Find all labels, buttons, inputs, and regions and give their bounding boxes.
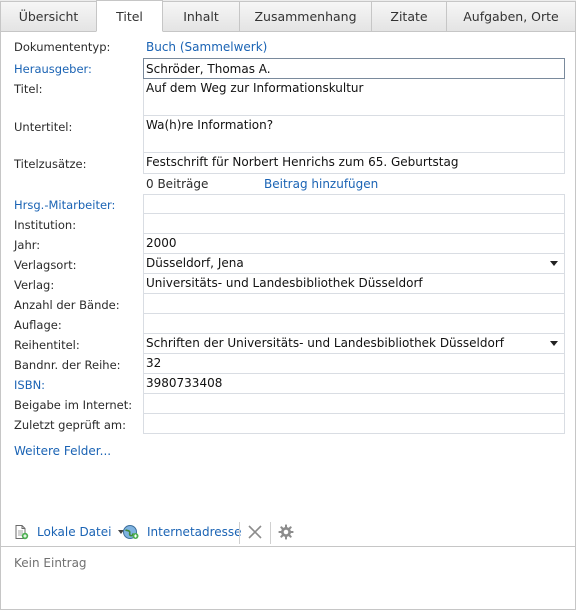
titel-value: Auf dem Weg zur Informationskultur (146, 81, 364, 95)
verlagsort-label: Verlagsort: (14, 258, 77, 272)
settings-button[interactable] (278, 518, 294, 546)
local-file-label: Lokale Datei (37, 525, 112, 539)
institution-field[interactable] (143, 214, 565, 234)
tab-aufgaben-orte[interactable]: Aufgaben, Orte (446, 1, 576, 32)
jahr-label: Jahr: (14, 238, 41, 252)
tab-uebersicht[interactable]: Übersicht (0, 1, 97, 32)
titel-label: Titel: (14, 82, 43, 96)
geprueft-field[interactable] (143, 414, 565, 434)
verlagsort-value: Düsseldorf, Jena (146, 256, 244, 270)
baende-field[interactable] (143, 294, 565, 314)
local-file-icon (15, 525, 29, 540)
tab-label: Zusammenhang (254, 9, 357, 24)
tab-divider (0, 31, 576, 32)
isbn-field[interactable]: 3980733408 (143, 374, 565, 394)
toolbar-separator (270, 522, 271, 544)
attachments-empty-text: Kein Eintrag (14, 556, 87, 570)
jahr-field[interactable]: 2000 (143, 234, 565, 254)
herausgeber-label[interactable]: Herausgeber: (14, 62, 92, 76)
reihentitel-value: Schriften der Universitäts- und Landesbi… (146, 336, 505, 350)
titelzusaetze-label: Titelzusätze: (14, 157, 87, 171)
beigabe-field[interactable] (143, 394, 565, 414)
dokumententyp-link[interactable]: Buch (Sammelwerk) (146, 40, 267, 54)
institution-label: Institution: (14, 218, 77, 232)
settings-gear-icon (278, 524, 294, 540)
auflage-field[interactable] (143, 314, 565, 334)
internet-address-icon (123, 525, 139, 539)
untertitel-value: Wa(h)re Information? (146, 118, 274, 132)
weitere-felder-link[interactable]: Weitere Felder... (14, 444, 111, 458)
tab-label: Inhalt (183, 9, 219, 24)
mitarbeiter-label[interactable]: Hrsg.-Mitarbeiter: (14, 198, 115, 212)
titel-field[interactable]: Auf dem Weg zur Informationskultur (143, 79, 565, 116)
toolbar-separator (239, 522, 240, 544)
tab-zitate[interactable]: Zitate (371, 1, 447, 32)
tab-zusammenhang[interactable]: Zusammenhang (239, 1, 372, 32)
bandnr-label: Bandnr. der Reihe: (14, 358, 121, 372)
auflage-label: Auflage: (14, 318, 62, 332)
geprueft-label: Zuletzt geprüft am: (14, 418, 126, 432)
tab-label: Aufgaben, Orte (463, 9, 559, 24)
bandnr-field[interactable]: 32 (143, 354, 565, 374)
internet-address-button[interactable]: Internetadresse (122, 518, 242, 546)
beitrag-hinzufuegen-link[interactable]: Beitrag hinzufügen (264, 177, 378, 191)
tab-label: Übersicht (18, 9, 79, 24)
tab-bar: Übersicht Titel Inhalt Zusammenhang Zita… (0, 0, 576, 32)
tab-label: Titel (116, 8, 143, 24)
toolbar-divider (1, 546, 575, 547)
isbn-value: 3980733408 (146, 376, 223, 390)
reihentitel-dropdown-icon[interactable] (550, 341, 558, 346)
tab-inhalt[interactable]: Inhalt (162, 1, 240, 32)
isbn-label[interactable]: ISBN: (14, 378, 45, 392)
bandnr-value: 32 (146, 356, 162, 370)
tab-label: Zitate (390, 9, 428, 24)
reihentitel-label: Reihentitel: (14, 338, 80, 352)
titelzusaetze-field[interactable]: Festschrift für Norbert Henrichs zum 65.… (143, 153, 565, 174)
untertitel-label: Untertitel: (14, 120, 73, 134)
verlagsort-field[interactable]: Düsseldorf, Jena (143, 254, 565, 274)
beitraege-count: 0 Beiträge (146, 177, 209, 191)
verlag-field[interactable]: Universitäts- und Landesbibliothek Düsse… (143, 274, 565, 294)
titelzusaetze-value: Festschrift für Norbert Henrichs zum 65.… (146, 155, 459, 169)
dokumententyp-label: Dokumententyp: (14, 40, 111, 54)
baende-label: Anzahl der Bände: (14, 298, 120, 312)
beigabe-label: Beigabe im Internet: (14, 398, 133, 412)
mitarbeiter-field[interactable] (143, 194, 565, 214)
verlagsort-dropdown-icon[interactable] (550, 261, 558, 266)
tab-titel[interactable]: Titel (96, 0, 163, 32)
delete-button[interactable] (247, 518, 263, 546)
herausgeber-field[interactable]: Schröder, Thomas A. (143, 58, 565, 79)
attachments-toolbar: Lokale Datei Internetadresse (1, 518, 575, 546)
delete-icon (248, 525, 262, 539)
untertitel-field[interactable]: Wa(h)re Information? (143, 116, 565, 153)
verlag-label: Verlag: (14, 278, 55, 292)
verlag-value: Universitäts- und Landesbibliothek Düsse… (146, 276, 423, 290)
herausgeber-value: Schröder, Thomas A. (146, 62, 271, 76)
jahr-value: 2000 (146, 236, 177, 250)
internet-address-label: Internetadresse (147, 525, 242, 539)
reihentitel-field[interactable]: Schriften der Universitäts- und Landesbi… (143, 334, 565, 354)
local-file-button[interactable]: Lokale Datei (13, 518, 125, 546)
